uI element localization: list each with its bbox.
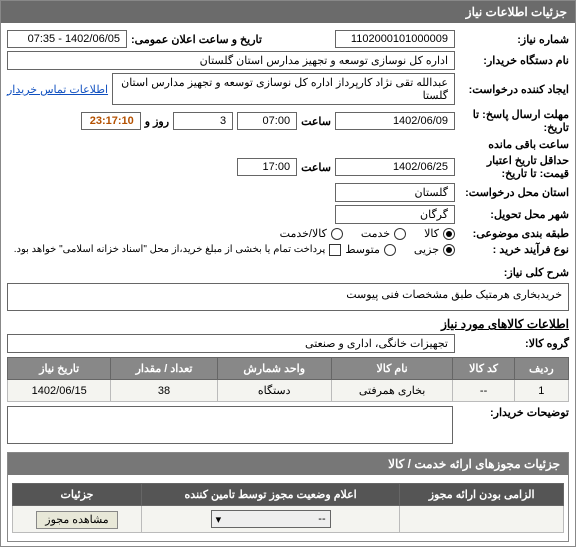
field-days-left: 3 xyxy=(173,112,233,130)
field-pub-datetime: 1402/06/05 - 07:35 xyxy=(7,30,127,48)
field-buyer-notes xyxy=(7,406,453,444)
label-category: طبقه بندی موضوعی: xyxy=(459,227,569,240)
chevron-down-icon: ▾ xyxy=(216,513,222,526)
col-code: کد کالا xyxy=(453,358,514,380)
label-need-no: شماره نیاز: xyxy=(459,33,569,46)
buy-type-radios: جزیی متوسط xyxy=(345,243,455,256)
goods-info-title: اطلاعات کالاهای مورد نیاز xyxy=(7,317,569,331)
field-deadline-date: 1402/06/09 xyxy=(335,112,455,130)
field-time-left: 23:17:10 xyxy=(81,112,141,130)
cell-code: -- xyxy=(453,380,514,402)
row-need-no: شماره نیاز: 1102000101000009 تاریخ و ساع… xyxy=(7,30,569,48)
label-province: استان محل درخواست: xyxy=(459,186,569,199)
panel-content: شماره نیاز: 1102000101000009 تاریخ و ساع… xyxy=(1,23,575,546)
cell-name: بخاری همرفتی xyxy=(331,380,453,402)
license-panel-title: جزئیات مجوزهای ارائه خدمت / کالا xyxy=(8,453,568,475)
buy-type-note: پرداخت تمام یا بخشی از مبلغ خرید،از محل … xyxy=(14,244,326,255)
field-deadline-time: 07:00 xyxy=(237,112,297,130)
goods-table: ردیف کد کالا نام کالا واحد شمارش تعداد /… xyxy=(7,357,569,402)
cell-qty: 38 xyxy=(111,380,217,402)
need-details-panel: جزئیات اطلاعات نیاز شماره نیاز: 11020001… xyxy=(0,0,576,547)
field-requester: عبدالله تقی نژاد کارپرداز اداره کل نوساز… xyxy=(112,73,455,105)
col-unit: واحد شمارش xyxy=(217,358,331,380)
radio-both[interactable]: کالا/خدمت xyxy=(280,227,343,240)
col-name: نام کالا xyxy=(331,358,453,380)
field-validity-time: 17:00 xyxy=(237,158,297,176)
row-buyer-org: نام دستگاه خریدار: اداره کل نوسازی توسعه… xyxy=(7,51,569,70)
treasury-checkbox[interactable] xyxy=(329,244,341,256)
field-need-desc: خریدبخاری هرمتیک طبق مشخصات فنی پیوست xyxy=(7,283,569,311)
row-buy-type: نوع فرآیند خرید : جزیی متوسط پرداخت تمام… xyxy=(7,243,569,256)
cell-no: 1 xyxy=(514,380,568,402)
license-panel: جزئیات مجوزهای ارائه خدمت / کالا الزامی … xyxy=(7,452,569,542)
row-city: شهر محل تحویل: گرگان xyxy=(7,205,569,224)
radio-small[interactable]: جزیی xyxy=(414,243,455,256)
contact-link[interactable]: اطلاعات تماس خریدار xyxy=(7,83,108,96)
label-need-desc: شرح کلی نیاز: xyxy=(459,266,569,279)
row-need-desc: شرح کلی نیاز: خریدبخاری هرمتیک طبق مشخصا… xyxy=(7,266,569,311)
field-goods-group: تجهیزات خانگی، اداری و صنعتی xyxy=(7,334,455,353)
field-buyer-org: اداره کل نوسازی توسعه و تجهیز مدارس استا… xyxy=(7,51,455,70)
cell-date: 1402/06/15 xyxy=(8,380,111,402)
table-row: -- ▾ مشاهده مجوز xyxy=(13,506,564,533)
license-table: الزامی بودن ارائه مجوز اعلام وضعیت مجوز … xyxy=(12,483,564,533)
row-province: استان محل درخواست: گلستان xyxy=(7,183,569,202)
label-buy-type: نوع فرآیند خرید : xyxy=(459,243,569,256)
col-date: تاریخ نیاز xyxy=(8,358,111,380)
category-radios: کالا خدمت کالا/خدمت xyxy=(280,227,455,240)
label-buyer-notes: توضیحات خریدار: xyxy=(459,406,569,444)
row-deadline: مهلت ارسال پاسخ: تا تاریخ: 1402/06/09 سا… xyxy=(7,108,569,151)
radio-dot-icon xyxy=(384,244,396,256)
field-province: گلستان xyxy=(335,183,455,202)
row-goods-group: گروه کالا: تجهیزات خانگی، اداری و صنعتی xyxy=(7,334,569,353)
row-buyer-notes: توضیحات خریدار: xyxy=(7,406,569,444)
view-license-button[interactable]: مشاهده مجوز xyxy=(36,511,117,529)
label-remaining: ساعت باقی مانده xyxy=(488,138,569,151)
radio-dot-icon xyxy=(443,228,455,240)
panel-title: جزئیات اطلاعات نیاز xyxy=(1,1,575,23)
label-buyer-org: نام دستگاه خریدار: xyxy=(459,54,569,67)
row-category: طبقه بندی موضوعی: کالا خدمت کالا/خدمت xyxy=(7,227,569,240)
lic-cell-status: -- ▾ xyxy=(141,506,399,533)
radio-goods[interactable]: کالا xyxy=(424,227,455,240)
radio-dot-icon xyxy=(394,228,406,240)
table-row: 1 -- بخاری همرفتی دستگاه 38 1402/06/15 xyxy=(8,380,569,402)
label-saat2: ساعت xyxy=(301,161,331,174)
field-validity-date: 1402/06/25 xyxy=(335,158,455,176)
lic-cell-details: مشاهده مجوز xyxy=(13,506,142,533)
license-panel-body: الزامی بودن ارائه مجوز اعلام وضعیت مجوز … xyxy=(8,475,568,541)
label-validity: حداقل تاریخ اعتبار قیمت: تا تاریخ: xyxy=(459,154,569,180)
label-city: شهر محل تحویل: xyxy=(459,208,569,221)
label-rooz: روز و xyxy=(145,115,169,128)
radio-service[interactable]: خدمت xyxy=(361,227,406,240)
status-select[interactable]: -- ▾ xyxy=(211,510,331,528)
license-header-row: الزامی بودن ارائه مجوز اعلام وضعیت مجوز … xyxy=(13,484,564,506)
col-no: ردیف xyxy=(514,358,568,380)
radio-medium[interactable]: متوسط xyxy=(345,243,396,256)
field-need-no: 1102000101000009 xyxy=(335,30,455,48)
goods-table-header-row: ردیف کد کالا نام کالا واحد شمارش تعداد /… xyxy=(8,358,569,380)
lic-col-mandatory: الزامی بودن ارائه مجوز xyxy=(400,484,564,506)
label-saat1: ساعت xyxy=(301,115,331,128)
lic-cell-mandatory xyxy=(400,506,564,533)
radio-dot-icon xyxy=(331,228,343,240)
lic-col-details: جزئیات xyxy=(13,484,142,506)
label-deadline: مهلت ارسال پاسخ: تا تاریخ: xyxy=(459,108,569,134)
lic-col-status: اعلام وضعیت مجوز توسط تامین کننده xyxy=(141,484,399,506)
label-pub-datetime: تاریخ و ساعت اعلان عمومی: xyxy=(131,33,262,46)
row-requester: ایجاد کننده درخواست: عبدالله تقی نژاد کا… xyxy=(7,73,569,105)
col-qty: تعداد / مقدار xyxy=(111,358,217,380)
row-validity: حداقل تاریخ اعتبار قیمت: تا تاریخ: 1402/… xyxy=(7,154,569,180)
cell-unit: دستگاه xyxy=(217,380,331,402)
radio-dot-icon xyxy=(443,244,455,256)
field-city: گرگان xyxy=(335,205,455,224)
label-goods-group: گروه کالا: xyxy=(459,337,569,350)
label-requester: ایجاد کننده درخواست: xyxy=(459,83,569,96)
